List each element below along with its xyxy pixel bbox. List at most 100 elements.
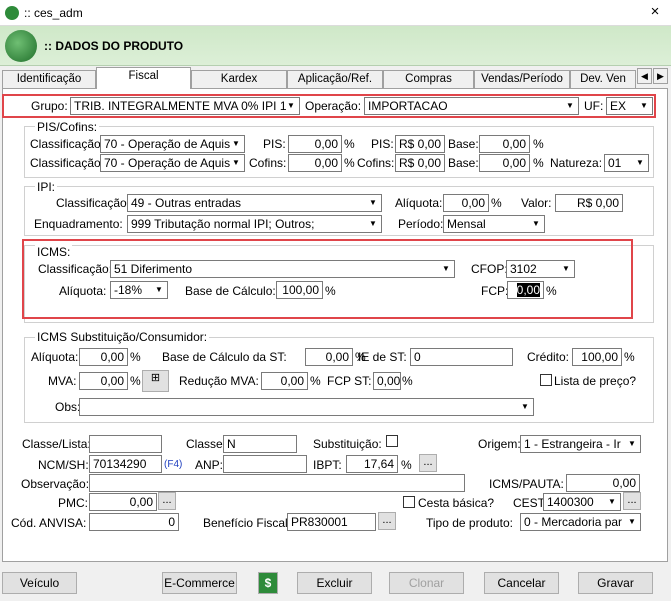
tab-scroll-left-icon[interactable]: ◀: [637, 68, 652, 84]
tab-aplicacao[interactable]: Aplicação/Ref.: [287, 70, 383, 88]
cofins-pct-field[interactable]: 0,00: [288, 154, 342, 172]
ie-st-label: IE de ST:: [358, 350, 407, 364]
ibpt-label: IBPT:: [313, 458, 342, 472]
pis-class-select[interactable]: 70 - Operação de Aquis ▼: [100, 135, 245, 153]
cest-button[interactable]: ...: [623, 492, 641, 510]
dollar-icon[interactable]: $: [258, 572, 278, 594]
ncm-field[interactable]: 70134290: [89, 455, 162, 473]
icms-class-select[interactable]: 51 Diferimento ▼: [110, 260, 455, 278]
classe-field[interactable]: N: [223, 435, 297, 453]
tab-compras[interactable]: Compras: [383, 70, 474, 88]
red-mva-label: Redução MVA:: [179, 374, 259, 388]
anp-field[interactable]: [223, 455, 307, 473]
tab-kardex[interactable]: Kardex: [191, 70, 287, 88]
subst-label: Substituição:: [313, 437, 382, 451]
veiculo-button[interactable]: Veículo: [2, 572, 77, 594]
cfop-select[interactable]: 3102 ▼: [506, 260, 575, 278]
tab-vendas[interactable]: Vendas/Período: [474, 70, 570, 88]
anp-label: ANP:: [195, 458, 224, 472]
ipi-class-select[interactable]: 49 - Outras entradas ▼: [127, 194, 382, 212]
anvisa-field[interactable]: 0: [89, 513, 179, 531]
page-title: :: DADOS DO PRODUTO: [44, 39, 184, 53]
credito-label: Crédito:: [527, 350, 570, 364]
credito-field[interactable]: 100,00: [572, 348, 622, 366]
cofins-value-field[interactable]: R$ 0,00: [395, 154, 445, 172]
classe-lista-field[interactable]: [89, 435, 162, 453]
subst-checkbox[interactable]: [386, 435, 398, 447]
beneficio-label: Benefício Fiscal:: [203, 516, 292, 530]
st-base-field[interactable]: 0,00: [305, 348, 353, 366]
icms-aliq-select[interactable]: -18% ▼: [110, 281, 168, 299]
app-logo-icon: [5, 6, 19, 20]
ipi-valor-field[interactable]: R$ 0,00: [555, 194, 623, 212]
pct-sign: %: [624, 350, 635, 364]
pmc-button[interactable]: ...: [158, 492, 176, 510]
beneficio-field[interactable]: PR830001: [287, 513, 376, 531]
cancelar-button[interactable]: Cancelar: [484, 572, 559, 594]
mva-calc-icon[interactable]: ⊞: [142, 370, 169, 392]
pct-sign: %: [491, 196, 502, 210]
observacao-field[interactable]: [89, 474, 465, 492]
tipo-select[interactable]: 0 - Mercadoria par ▼: [520, 513, 641, 531]
ipi-class-label: Classificação:: [56, 196, 131, 210]
natureza-select[interactable]: 01 ▼: [604, 154, 649, 172]
pct-sign: %: [401, 458, 412, 472]
fcpst-field[interactable]: 0,00: [373, 372, 401, 390]
enq-label: Enquadramento:: [34, 217, 123, 231]
operacao-select[interactable]: IMPORTACAO ▼: [364, 97, 579, 115]
piscofins-title: PIS/Cofins:: [35, 120, 100, 134]
icmspauta-field[interactable]: 0,00: [566, 474, 640, 492]
ie-st-field[interactable]: 0: [410, 348, 513, 366]
cfop-value: 3102: [510, 262, 537, 276]
cofins-class-label: Classificação:: [30, 156, 105, 170]
uf-value: EX: [610, 99, 627, 113]
clonar-button[interactable]: Clonar: [389, 572, 464, 594]
mva-field[interactable]: 0,00: [79, 372, 128, 390]
pis-pct-field[interactable]: 0,00: [288, 135, 342, 153]
icms-aliq-value: -18%: [114, 283, 143, 297]
pis-value-field[interactable]: R$ 0,00: [395, 135, 445, 153]
ibpt-field[interactable]: 17,64: [346, 455, 398, 473]
ipi-valor-label: Valor:: [521, 196, 552, 210]
pis-label: PIS:: [263, 137, 286, 151]
gravar-button[interactable]: Gravar: [578, 572, 653, 594]
pmc-field[interactable]: 0,00: [89, 493, 157, 511]
pis-base-field[interactable]: 0,00: [479, 135, 530, 153]
st-base-label: Base de Cálculo da ST:: [162, 350, 287, 364]
st-aliq-field[interactable]: 0,00: [79, 348, 128, 366]
origem-select[interactable]: 1 - Estrangeira - Ir ▼: [520, 435, 641, 453]
lista-preco-checkbox[interactable]: [540, 374, 552, 386]
beneficio-button[interactable]: ...: [378, 512, 396, 530]
cofins-base-field[interactable]: 0,00: [479, 154, 530, 172]
red-mva-field[interactable]: 0,00: [261, 372, 308, 390]
cesta-checkbox[interactable]: [403, 496, 415, 508]
enq-value: 999 Tributação normal IPI; Outros;: [131, 217, 315, 231]
ibpt-button[interactable]: ...: [419, 454, 437, 472]
grupo-select[interactable]: TRIB. INTEGRALMENTE MVA 0% IPI 1 ▼: [70, 97, 300, 115]
chevron-down-icon: ▼: [640, 101, 648, 110]
pct-sign: %: [402, 374, 413, 388]
cest-select[interactable]: 1400300 ▼: [543, 493, 621, 511]
close-icon[interactable]: ×: [645, 2, 665, 22]
pct-sign: %: [310, 374, 321, 388]
cofins-class-select[interactable]: 70 - Operação de Aquis ▼: [100, 154, 245, 172]
ipi-aliq-field[interactable]: 0,00: [443, 194, 489, 212]
uf-select[interactable]: EX ▼: [606, 97, 653, 115]
observacao-label: Observação:: [21, 477, 90, 491]
icms-base-field[interactable]: 100,00: [276, 281, 323, 299]
chevron-down-icon: ▼: [608, 497, 616, 506]
periodo-select[interactable]: Mensal ▼: [443, 215, 545, 233]
window-title: :: ces_adm: [24, 6, 83, 20]
tab-fiscal[interactable]: Fiscal: [96, 67, 191, 89]
pct-sign: %: [344, 156, 355, 170]
natureza-label: Natureza:: [550, 156, 603, 170]
tab-scroll-right-icon[interactable]: ▶: [653, 68, 668, 84]
st-obs-select[interactable]: ▼: [79, 398, 534, 416]
chevron-down-icon: ▼: [521, 402, 529, 411]
excluir-button[interactable]: Excluir: [297, 572, 372, 594]
tab-dev-vendas[interactable]: Dev. Ven: [570, 70, 636, 88]
fcp-field[interactable]: 0,00: [507, 281, 544, 299]
ecommerce-button[interactable]: E-Commerce: [162, 572, 237, 594]
enq-select[interactable]: 999 Tributação normal IPI; Outros; ▼: [127, 215, 382, 233]
tab-identificacao[interactable]: Identificação: [2, 70, 96, 88]
